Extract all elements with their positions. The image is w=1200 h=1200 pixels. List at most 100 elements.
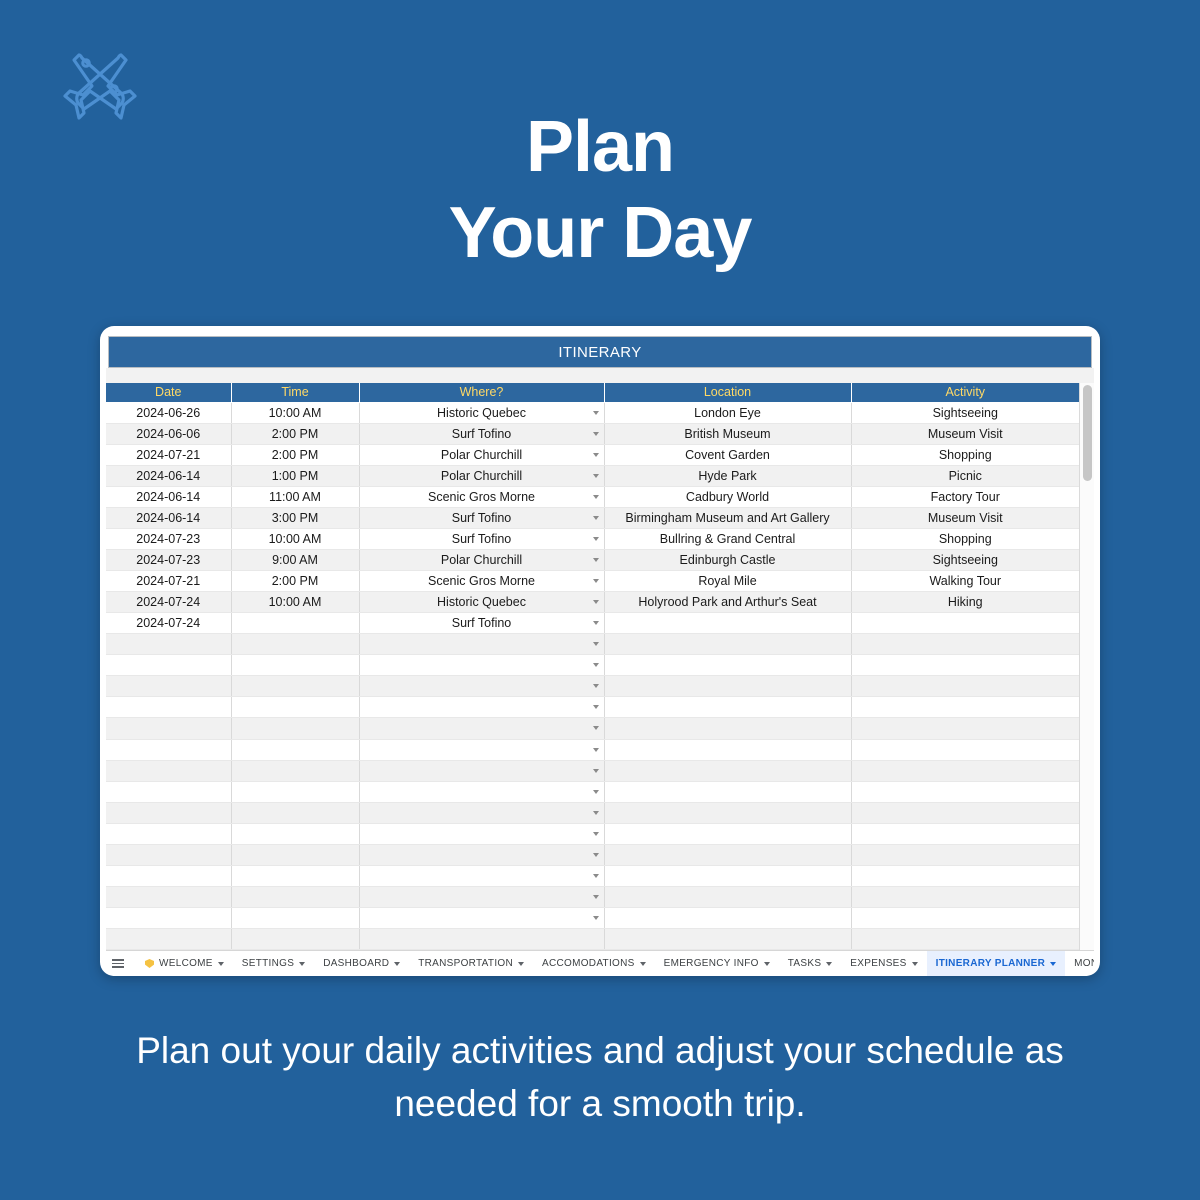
- cell-location[interactable]: Covent Garden: [604, 444, 852, 467]
- cell-activity[interactable]: [851, 739, 1079, 761]
- cell-activity[interactable]: [851, 675, 1079, 698]
- chevron-down-icon[interactable]: [592, 726, 599, 731]
- cell-location[interactable]: Holyrood Park and Arthur's Seat: [604, 591, 852, 614]
- cell-where[interactable]: [359, 844, 605, 866]
- cell-time[interactable]: [231, 654, 360, 677]
- cell-time[interactable]: [231, 823, 360, 845]
- cell-time[interactable]: 9:00 AM: [231, 549, 360, 572]
- column-header-date[interactable]: Date: [106, 383, 232, 403]
- cell-activity[interactable]: [851, 844, 1079, 866]
- cell-activity[interactable]: [851, 760, 1079, 782]
- column-header-where[interactable]: Where?: [359, 383, 605, 403]
- sheet-tab-month-view[interactable]: MONTH VIEW: [1065, 951, 1094, 976]
- sheet-tab-dashboard[interactable]: DASHBOARD: [314, 951, 409, 976]
- cell-activity[interactable]: Shopping: [851, 444, 1079, 467]
- cell-where[interactable]: [359, 823, 605, 845]
- cell-date[interactable]: [106, 802, 232, 824]
- cell-activity[interactable]: Picnic: [851, 465, 1079, 488]
- cell-location[interactable]: [604, 633, 852, 656]
- cell-where[interactable]: [359, 760, 605, 782]
- table-row[interactable]: 2024-07-24 10:00 AM Historic Quebec Holyroo…: [106, 591, 1079, 614]
- sheet-tab-emergency-info[interactable]: EMERGENCY INFO: [655, 951, 779, 976]
- cell-activity[interactable]: Shopping: [851, 528, 1079, 551]
- cell-date[interactable]: [106, 739, 232, 761]
- cell-time[interactable]: 1:00 PM: [231, 465, 360, 488]
- table-row[interactable]: [106, 633, 1079, 656]
- chevron-down-icon[interactable]: [592, 831, 599, 836]
- cell-location[interactable]: [604, 844, 852, 866]
- cell-activity[interactable]: [851, 928, 1079, 950]
- cell-date[interactable]: 2024-06-14: [106, 486, 232, 509]
- cell-where[interactable]: Historic Quebec: [359, 402, 605, 425]
- cell-location[interactable]: Birmingham Museum and Art Gallery: [604, 507, 852, 530]
- chevron-down-icon[interactable]: [592, 747, 599, 752]
- cell-where[interactable]: [359, 717, 605, 740]
- chevron-down-icon[interactable]: [592, 663, 599, 668]
- cell-location[interactable]: Royal Mile: [604, 570, 852, 593]
- cell-date[interactable]: [106, 844, 232, 866]
- cell-location[interactable]: Bullring & Grand Central: [604, 528, 852, 551]
- cell-activity[interactable]: [851, 633, 1079, 656]
- cell-where[interactable]: Polar Churchill: [359, 444, 605, 467]
- table-row[interactable]: [106, 865, 1079, 887]
- cell-activity[interactable]: [851, 865, 1079, 887]
- cell-activity[interactable]: Walking Tour: [851, 570, 1079, 593]
- cell-where[interactable]: [359, 633, 605, 656]
- cell-where[interactable]: [359, 675, 605, 698]
- cell-time[interactable]: [231, 886, 360, 908]
- chevron-down-icon[interactable]: [592, 495, 599, 500]
- chevron-down-icon[interactable]: [592, 789, 599, 794]
- cell-date[interactable]: [106, 654, 232, 677]
- vertical-scrollbar[interactable]: [1079, 383, 1094, 950]
- table-row[interactable]: [106, 781, 1079, 803]
- column-header-location[interactable]: Location: [604, 383, 852, 403]
- cell-where[interactable]: Surf Tofino: [359, 507, 605, 530]
- cell-date[interactable]: [106, 696, 232, 719]
- chevron-down-icon[interactable]: [217, 961, 224, 966]
- cell-where[interactable]: Surf Tofino: [359, 612, 605, 635]
- table-row[interactable]: [106, 844, 1079, 866]
- cell-where[interactable]: [359, 781, 605, 803]
- chevron-down-icon[interactable]: [592, 411, 599, 416]
- cell-location[interactable]: British Museum: [604, 423, 852, 446]
- cell-location[interactable]: Edinburgh Castle: [604, 549, 852, 572]
- cell-time[interactable]: 10:00 AM: [231, 591, 360, 614]
- chevron-down-icon[interactable]: [592, 873, 599, 878]
- cell-where[interactable]: Surf Tofino: [359, 528, 605, 551]
- column-header-activity[interactable]: Activity: [851, 383, 1079, 403]
- cell-date[interactable]: [106, 760, 232, 782]
- cell-time[interactable]: 2:00 PM: [231, 570, 360, 593]
- table-row[interactable]: 2024-07-21 2:00 PM Scenic Gros Morne Royal …: [106, 570, 1079, 593]
- cell-time[interactable]: 11:00 AM: [231, 486, 360, 509]
- cell-where[interactable]: [359, 886, 605, 908]
- table-row[interactable]: [106, 802, 1079, 824]
- cell-location[interactable]: [604, 865, 852, 887]
- cell-time[interactable]: [231, 739, 360, 761]
- chevron-down-icon[interactable]: [592, 684, 599, 689]
- cell-where[interactable]: [359, 907, 605, 929]
- cell-date[interactable]: 2024-07-21: [106, 570, 232, 593]
- table-row[interactable]: [106, 654, 1079, 677]
- cell-location[interactable]: [604, 654, 852, 677]
- chevron-down-icon[interactable]: [1050, 961, 1057, 966]
- cell-activity[interactable]: [851, 907, 1079, 929]
- chevron-down-icon[interactable]: [826, 961, 833, 966]
- cell-date[interactable]: 2024-07-24: [106, 591, 232, 614]
- table-row[interactable]: [106, 886, 1079, 908]
- cell-where[interactable]: [359, 802, 605, 824]
- table-row[interactable]: 2024-06-14 11:00 AM Scenic Gros Morne Cadbu…: [106, 486, 1079, 509]
- chevron-down-icon[interactable]: [592, 516, 599, 521]
- cell-location[interactable]: [604, 696, 852, 719]
- table-row[interactable]: 2024-06-14 3:00 PM Surf Tofino Birmingham M…: [106, 507, 1079, 530]
- sheet-tab-itinerary-planner[interactable]: ITINERARY PLANNER: [926, 951, 1066, 976]
- cell-time[interactable]: [231, 907, 360, 929]
- chevron-down-icon[interactable]: [592, 810, 599, 815]
- chevron-down-icon[interactable]: [763, 961, 770, 966]
- sheet-tab-tasks[interactable]: TASKS: [779, 951, 842, 976]
- cell-activity[interactable]: [851, 886, 1079, 908]
- sheet-tab-transportation[interactable]: TRANSPORTATION: [409, 951, 533, 976]
- cell-where[interactable]: Scenic Gros Morne: [359, 486, 605, 509]
- cell-activity[interactable]: [851, 696, 1079, 719]
- table-row[interactable]: [106, 696, 1079, 719]
- cell-activity[interactable]: Factory Tour: [851, 486, 1079, 509]
